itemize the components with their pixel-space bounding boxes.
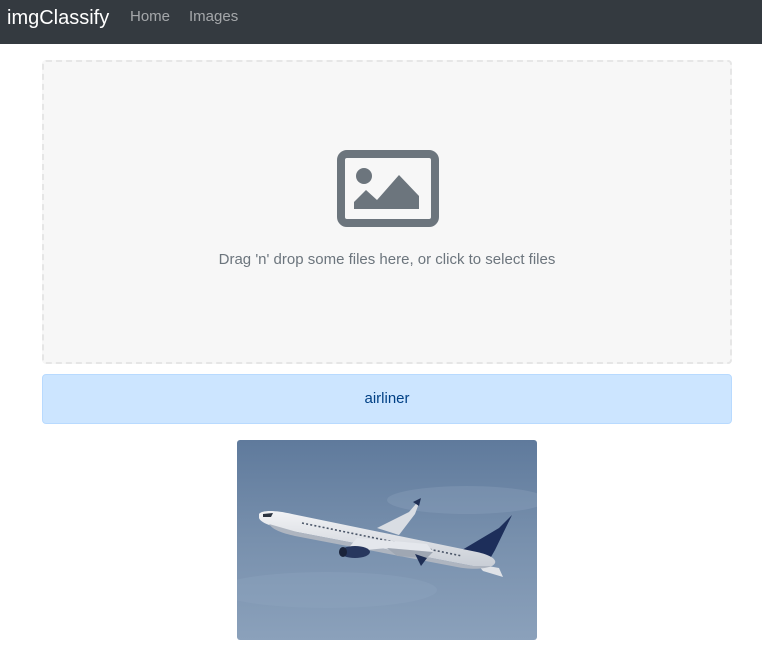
dropzone-instructions: Drag 'n' drop some files here, or click … bbox=[218, 251, 556, 268]
file-dropzone[interactable]: Drag 'n' drop some files here, or click … bbox=[42, 60, 732, 364]
brand-logo[interactable]: imgClassify bbox=[7, 6, 109, 30]
airplane-photo bbox=[237, 440, 537, 640]
image-icon bbox=[337, 150, 439, 227]
classification-result: airliner bbox=[42, 374, 732, 424]
navbar: imgClassify Home Images bbox=[0, 0, 762, 44]
uploaded-image-preview bbox=[237, 440, 537, 640]
nav-link-images[interactable]: Images bbox=[189, 8, 238, 26]
nav-link-home[interactable]: Home bbox=[130, 8, 170, 26]
